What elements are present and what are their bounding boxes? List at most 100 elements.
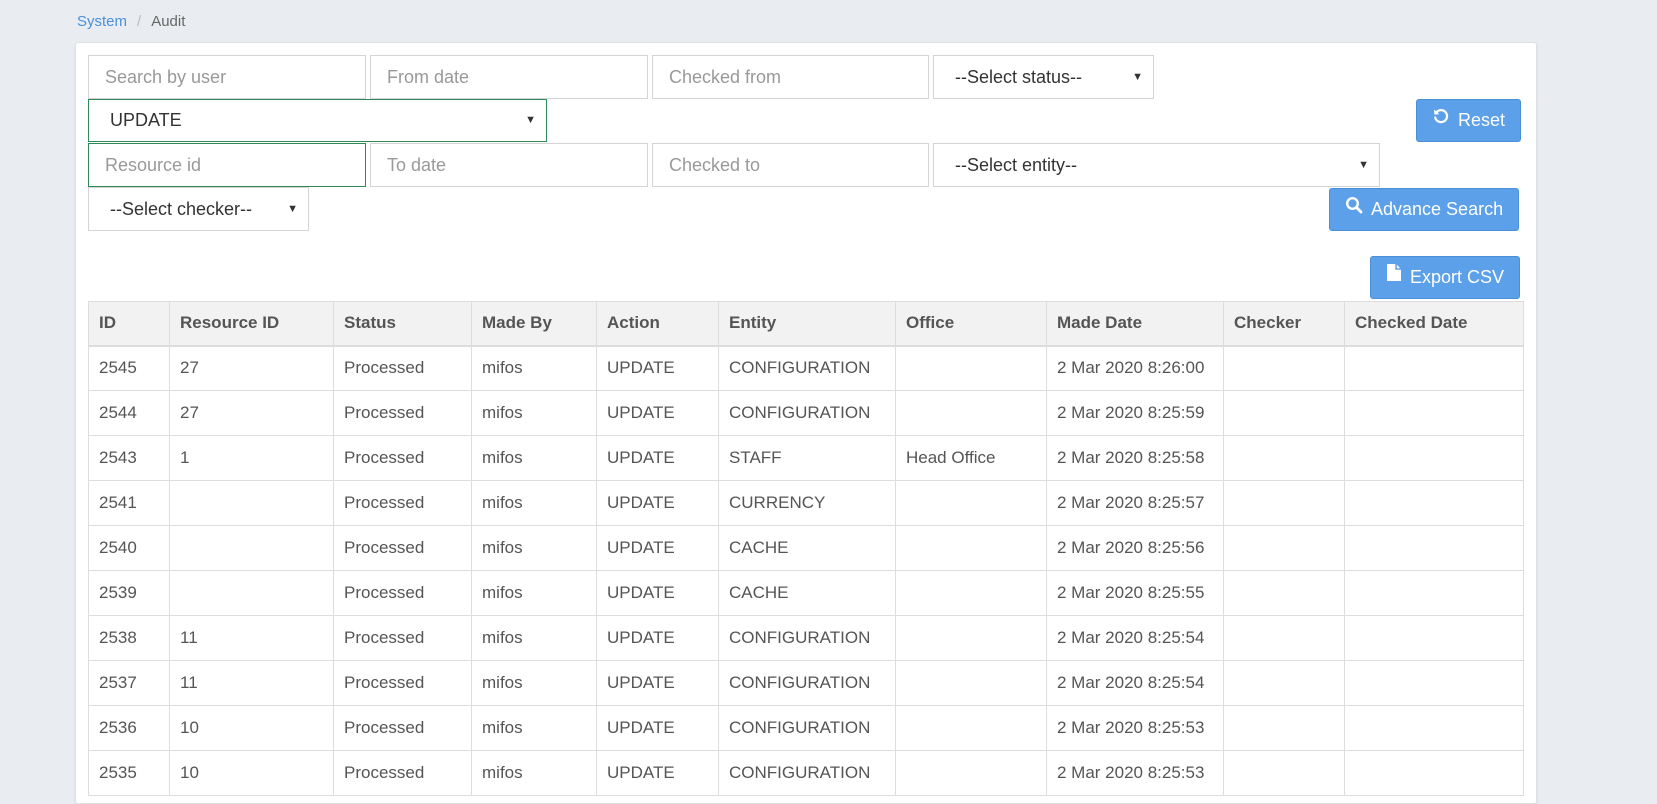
cell-made-date: 2 Mar 2020 8:25:57 [1046, 480, 1224, 526]
cell-resource-id: 1 [169, 435, 334, 481]
cell-entity: CURRENCY [718, 480, 896, 526]
header-checked-date[interactable]: Checked Date [1344, 301, 1524, 347]
table-row[interactable]: 2537 11 Processed mifos UPDATE CONFIGURATION 2… [88, 660, 1524, 706]
table-row[interactable]: 2535 10 Processed mifos UPDATE CONFIGURATION 2… [88, 750, 1524, 796]
advance-search-button-label: Advance Search [1371, 199, 1504, 219]
advance-search-button[interactable]: Advance Search [1329, 188, 1520, 231]
resource-id-input[interactable]: Resource id [88, 143, 366, 187]
cell-checker [1223, 750, 1345, 796]
cell-checked-date [1344, 705, 1524, 751]
cell-resource-id: 10 [169, 750, 334, 796]
header-id[interactable]: ID [88, 301, 170, 347]
reset-button[interactable]: Reset [1416, 99, 1522, 142]
cell-id: 2540 [88, 525, 170, 571]
table-row[interactable]: 2541 Processed mifos UPDATE CURRENCY 2 Mar 20… [88, 480, 1524, 526]
table-row[interactable]: 2544 27 Processed mifos UPDATE CONFIGURATION 2… [88, 390, 1524, 436]
header-made-date[interactable]: Made Date [1046, 301, 1224, 347]
header-status[interactable]: Status [333, 301, 472, 347]
cell-status: Processed [333, 705, 472, 751]
cell-checked-date [1344, 345, 1524, 391]
entity-select-value: --Select entity-- [955, 155, 1078, 175]
cell-status: Processed [333, 525, 472, 571]
action-select-value: UPDATE [110, 110, 182, 130]
cell-checker [1223, 480, 1345, 526]
cell-id: 2543 [88, 435, 170, 481]
cell-made-date: 2 Mar 2020 8:25:59 [1046, 390, 1224, 436]
cell-status: Processed [333, 390, 472, 436]
cell-resource-id: 27 [169, 390, 334, 436]
cell-made-date: 2 Mar 2020 8:26:00 [1046, 345, 1224, 391]
cell-made-by: mifos [471, 435, 597, 481]
to-date-input[interactable]: To date [370, 143, 648, 187]
cell-made-date: 2 Mar 2020 8:25:54 [1046, 660, 1224, 706]
cell-status: Processed [333, 750, 472, 796]
checker-select[interactable]: --Select checker-- ▼ [88, 187, 309, 231]
table-row[interactable]: 2545 27 Processed mifos UPDATE CONFIGURATION 2… [88, 345, 1524, 391]
table-row[interactable]: 2543 1 Processed mifos UPDATE STAFF Head Offic… [88, 435, 1524, 481]
table-row[interactable]: 2539 Processed mifos UPDATE CACHE 2 Mar 2020 … [88, 570, 1524, 616]
cell-status: Processed [333, 480, 472, 526]
cell-resource-id: 11 [169, 660, 334, 706]
header-entity[interactable]: Entity [718, 301, 896, 347]
cell-checker [1223, 705, 1345, 751]
cell-id: 2539 [88, 570, 170, 616]
cell-action: UPDATE [596, 570, 719, 616]
cell-entity: CONFIGURATION [718, 615, 896, 661]
checked-from-input[interactable]: Checked from [652, 55, 929, 99]
table-row[interactable]: 2538 11 Processed mifos UPDATE CONFIGURATION 2… [88, 615, 1524, 661]
cell-entity: CONFIGURATION [718, 390, 896, 436]
caret-down-icon: ▼ [1358, 159, 1369, 171]
cell-checked-date [1344, 390, 1524, 436]
cell-id: 2544 [88, 390, 170, 436]
cell-checked-date [1344, 615, 1524, 661]
cell-checked-date [1344, 570, 1524, 616]
cell-resource-id [169, 525, 334, 571]
search-user-input[interactable]: Search by user [88, 55, 366, 99]
table-row[interactable]: 2536 10 Processed mifos UPDATE CONFIGURATION 2… [88, 705, 1524, 751]
cell-action: UPDATE [596, 345, 719, 391]
cell-resource-id [169, 570, 334, 616]
cell-entity: CACHE [718, 570, 896, 616]
cell-entity: STAFF [718, 435, 896, 481]
action-select[interactable]: UPDATE ▼ [88, 99, 547, 142]
header-resource-id[interactable]: Resource ID [169, 301, 334, 347]
header-made-by[interactable]: Made By [471, 301, 597, 347]
cell-office [895, 750, 1047, 796]
header-action[interactable]: Action [596, 301, 719, 347]
header-checker[interactable]: Checker [1223, 301, 1345, 347]
cell-status: Processed [333, 570, 472, 616]
export-csv-button[interactable]: Export CSV [1370, 256, 1521, 299]
cell-checker [1223, 660, 1345, 706]
cell-checked-date [1344, 435, 1524, 481]
search-user-placeholder: Search by user [105, 67, 227, 87]
from-date-input[interactable]: From date [370, 55, 648, 99]
table-body: 2545 27 Processed mifos UPDATE CONFIGURATION 2… [88, 345, 1524, 796]
cell-status: Processed [333, 615, 472, 661]
cell-action: UPDATE [596, 705, 719, 751]
breadcrumb-current: Audit [151, 13, 186, 30]
cell-made-date: 2 Mar 2020 8:25:58 [1046, 435, 1224, 481]
cell-office: Head Office [895, 435, 1047, 481]
cell-made-date: 2 Mar 2020 8:25:53 [1046, 750, 1224, 796]
cell-entity: CONFIGURATION [718, 705, 896, 751]
table-row[interactable]: 2540 Processed mifos UPDATE CACHE 2 Mar 2020 … [88, 525, 1524, 571]
cell-made-date: 2 Mar 2020 8:25:53 [1046, 705, 1224, 751]
breadcrumb: System / Audit [77, 12, 185, 32]
checked-to-input[interactable]: Checked to [652, 143, 929, 187]
cell-made-date: 2 Mar 2020 8:25:55 [1046, 570, 1224, 616]
cell-id: 2545 [88, 345, 170, 391]
breadcrumb-system-link[interactable]: System [77, 13, 127, 30]
cell-checked-date [1344, 750, 1524, 796]
cell-entity: CONFIGURATION [718, 345, 896, 391]
status-select[interactable]: --Select status-- ▼ [933, 55, 1154, 99]
checker-select-value: --Select checker-- [110, 199, 253, 219]
cell-action: UPDATE [596, 660, 719, 706]
cell-checker [1223, 570, 1345, 616]
cell-action: UPDATE [596, 480, 719, 526]
cell-action: UPDATE [596, 435, 719, 481]
header-office[interactable]: Office [895, 301, 1047, 347]
resource-id-placeholder: Resource id [105, 155, 202, 175]
cell-id: 2537 [88, 660, 170, 706]
entity-select[interactable]: --Select entity-- ▼ [933, 143, 1380, 187]
cell-status: Processed [333, 435, 472, 481]
